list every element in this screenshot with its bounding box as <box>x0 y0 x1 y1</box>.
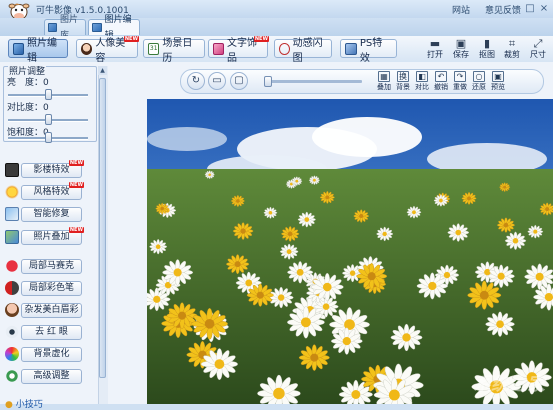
new-badge: NEW <box>68 160 84 166</box>
zoom-slider-track[interactable] <box>266 80 362 83</box>
crop-button[interactable]: ⌗ 裁剪 <box>500 37 524 61</box>
maximize-icon[interactable]: □ <box>523 2 537 15</box>
preview-icon: ▣ <box>492 71 504 82</box>
red-eye-button[interactable]: 去 红 眼 <box>21 325 82 340</box>
lightbulb-icon: ● <box>5 400 13 410</box>
mosaic-icon <box>5 259 19 273</box>
overlay-icon <box>5 230 19 244</box>
colorpen-icon <box>5 281 19 295</box>
brightness-label: 亮 度：0 <box>7 78 49 88</box>
fit-screen-icon[interactable]: ▭ <box>208 72 226 90</box>
hair-whiten-brow-button[interactable]: 杂发美白眉彩 <box>21 303 82 318</box>
brightness-slider-thumb[interactable] <box>45 89 52 100</box>
minimize-icon[interactable]: – <box>509 2 523 15</box>
ornament-icon <box>213 42 224 55</box>
mode-label: 动感闪图 <box>292 37 323 64</box>
contrast-slider-thumb[interactable] <box>45 114 52 125</box>
preview-button[interactable]: ▣ 预览 <box>489 71 507 93</box>
new-badge: NEW <box>68 182 84 188</box>
redo-icon: ↷ <box>454 71 466 82</box>
save-button[interactable]: ▣ 保存 <box>449 37 473 61</box>
left-scrollbar-thumb[interactable] <box>99 78 106 378</box>
redo-button[interactable]: ↷ 重做 <box>451 71 469 93</box>
advanced-adjust-button[interactable]: 高级调整 <box>21 369 82 384</box>
blur-icon <box>5 347 19 361</box>
calendar-icon: 31 <box>148 42 160 55</box>
film-icon <box>5 163 19 177</box>
rotate-icon[interactable]: ↻ <box>187 72 205 90</box>
tool-label: 尺寸 <box>530 50 546 59</box>
brightness-value: 0 <box>43 78 49 88</box>
website-link[interactable]: 网站 <box>452 3 470 16</box>
new-badge: NEW <box>253 36 269 42</box>
restore-button[interactable]: ○ 还原 <box>470 71 488 93</box>
repair-icon <box>5 207 19 221</box>
sun-icon <box>5 185 19 199</box>
style-effect-button[interactable]: 风格特效 NEW <box>21 182 84 200</box>
cutout-button[interactable]: ▮ 抠图 <box>475 37 499 61</box>
photo-edit-icon <box>13 42 24 55</box>
contrast-label: 对比度：0 <box>7 103 49 113</box>
open-button[interactable]: ▬ 打开 <box>423 37 447 61</box>
studio-effect-button[interactable]: 影楼特效 NEW <box>21 160 84 178</box>
open-icon: ▬ <box>429 37 441 50</box>
mode-label: 照片编辑 <box>27 37 57 64</box>
daisy-field-photo <box>147 99 553 404</box>
eye-icon <box>5 325 19 339</box>
portrait-icon <box>81 42 93 55</box>
watermark: 系统之家 <box>473 374 545 395</box>
crop-icon: ⌗ <box>508 37 516 50</box>
cutout-icon: ▮ <box>483 37 491 50</box>
tool-label: 打开 <box>427 50 443 59</box>
mode-label: 场景日历 <box>162 37 193 64</box>
background-blur-button[interactable]: 背景虚化 <box>21 347 82 362</box>
mode-scene-calendar-button[interactable]: 31 场景日历 <box>143 38 205 64</box>
close-icon[interactable]: × <box>537 2 551 15</box>
flash-icon <box>279 42 290 55</box>
background-tool-icon: 换 <box>397 71 409 82</box>
new-badge: NEW <box>68 227 84 233</box>
photo-overlay-button[interactable]: 照片叠加 NEW <box>21 227 84 245</box>
compare-tool-button[interactable]: ◧ 对比 <box>413 71 431 93</box>
actual-size-icon[interactable]: ▢ <box>230 72 248 90</box>
gear-icon <box>5 369 19 383</box>
mode-photo-edit-button[interactable]: 照片编辑 <box>8 38 68 64</box>
resize-button[interactable]: ⤢ 尺寸 <box>526 37 550 61</box>
tool-label: 保存 <box>453 50 469 59</box>
save-icon: ▣ <box>455 37 467 50</box>
photo-canvas[interactable]: 系统之家 <box>147 99 553 404</box>
mode-portrait-beauty-button[interactable]: 人像美容 NEW <box>76 36 139 64</box>
background-tool-button[interactable]: 换背景 <box>394 71 412 93</box>
restore-icon: ○ <box>473 71 485 82</box>
new-badge: NEW <box>123 36 139 42</box>
overlay-tool-icon: ▦ <box>378 71 390 82</box>
resize-icon: ⤢ <box>533 37 543 50</box>
local-color-pen-button[interactable]: 局部彩色笔 <box>21 281 82 296</box>
smart-repair-button[interactable]: 智能修复 <box>21 207 82 222</box>
saturation-slider-thumb[interactable] <box>45 132 52 143</box>
overlay-tool-button[interactable]: ▦ 叠加 <box>375 71 393 93</box>
mode-flash-gif-button[interactable]: 动感闪图 <box>274 38 332 64</box>
image-edit-icon <box>92 23 102 32</box>
image-library-icon <box>48 23 57 32</box>
contrast-value: 0 <box>43 103 49 113</box>
mode-label: PS特效 <box>359 37 383 64</box>
zoom-slider-thumb[interactable] <box>264 76 272 87</box>
ps-effect-icon <box>345 42 357 55</box>
scroll-up-icon[interactable]: ▲ <box>98 66 107 75</box>
compare-tool-icon: ◧ <box>416 71 428 82</box>
beauty-icon <box>5 303 19 317</box>
tool-label: 裁剪 <box>504 50 520 59</box>
mode-ps-effect-button[interactable]: PS特效 <box>340 38 397 64</box>
local-mosaic-button[interactable]: 局部马赛克 <box>21 259 82 274</box>
tool-label: 抠图 <box>479 50 495 59</box>
undo-icon: ↶ <box>435 71 447 82</box>
mode-text-ornament-button[interactable]: 文字饰品 NEW <box>208 36 269 64</box>
undo-button[interactable]: ↶ 撤销 <box>432 71 450 93</box>
